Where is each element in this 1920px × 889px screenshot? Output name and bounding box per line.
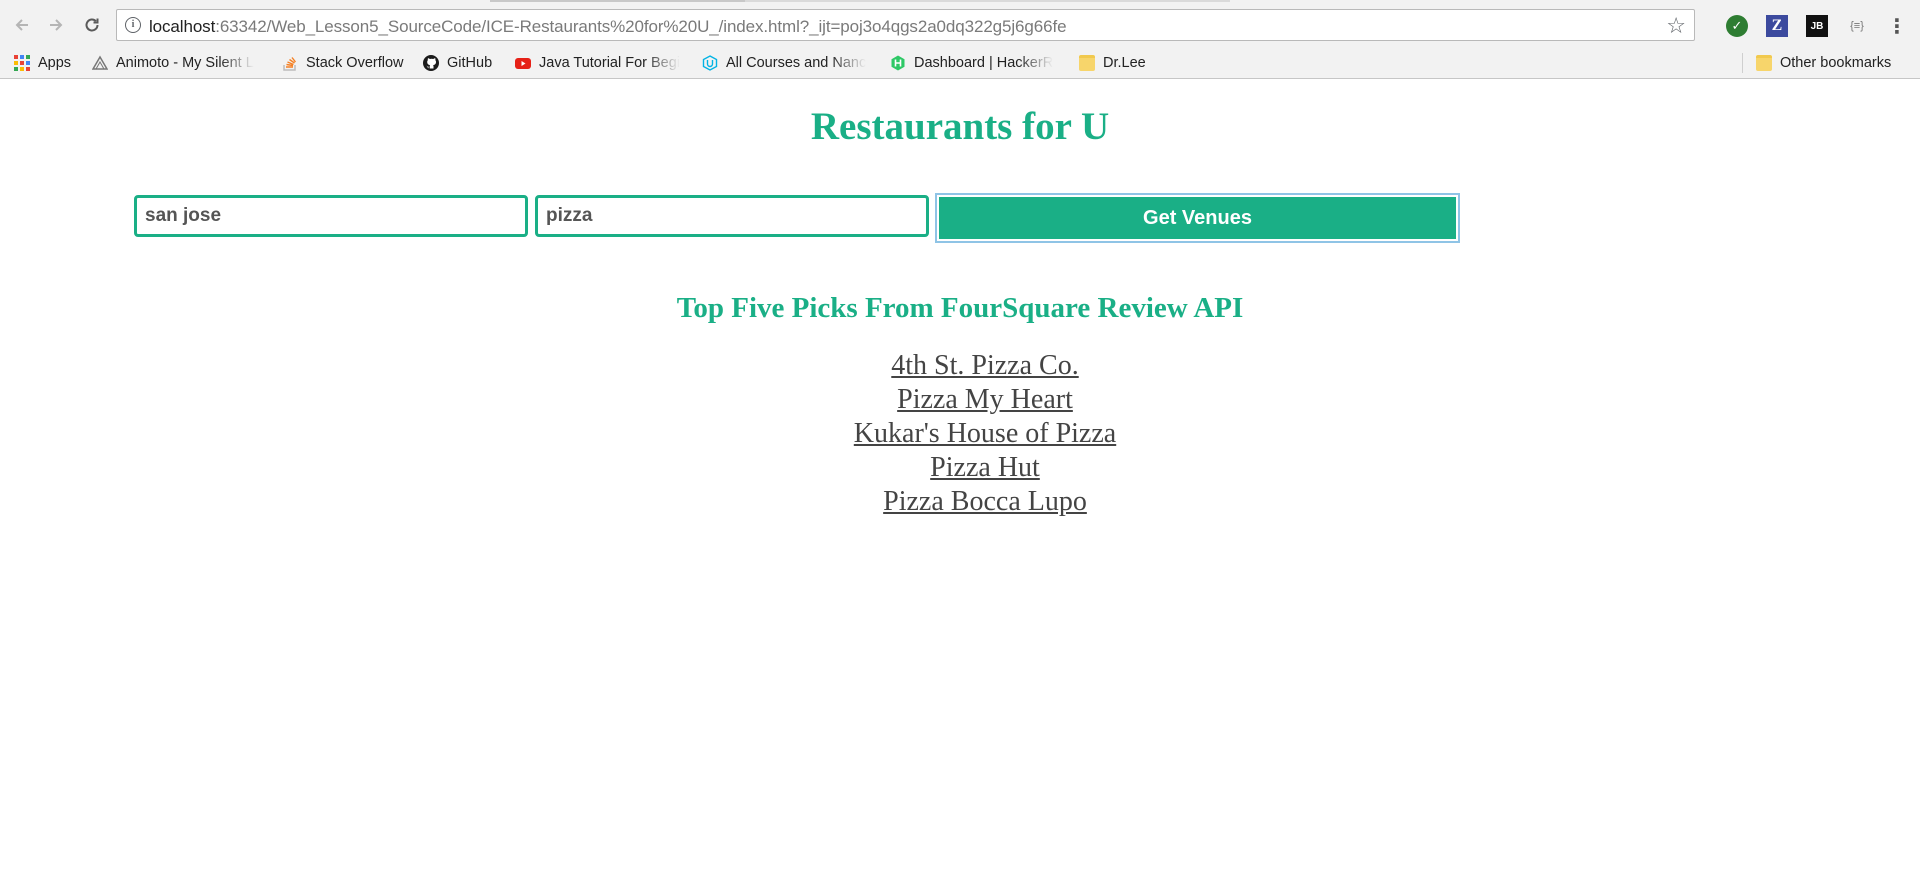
back-button[interactable]	[10, 13, 34, 37]
bookmark-stackoverflow[interactable]: Stack Overflow	[282, 53, 404, 73]
chrome-menu-icon[interactable]: ⋮	[1886, 15, 1908, 38]
query-input[interactable]	[535, 195, 929, 237]
z-extension-icon[interactable]: Z	[1766, 15, 1788, 37]
bookmark-label: Other bookmarks	[1780, 55, 1892, 71]
bookmark-label: Java Tutorial For Begi	[539, 55, 681, 71]
json-formatter-extension-icon[interactable]: {≡}	[1846, 15, 1868, 37]
other-bookmarks-folder[interactable]: Other bookmarks	[1756, 53, 1891, 73]
apps-grid-icon	[14, 55, 30, 71]
list-item: 4th St. Pizza Co.	[854, 349, 1116, 383]
hackerrank-icon	[891, 55, 905, 71]
results-heading: Top Five Picks From FourSquare Review AP…	[676, 292, 1244, 324]
venue-link[interactable]: Pizza My Heart	[897, 384, 1073, 415]
github-icon	[423, 55, 439, 71]
forward-arrow-icon	[50, 19, 63, 31]
browser-toolbar: i localhost:63342/Web_Lesson5_SourceCode…	[0, 3, 1920, 47]
animoto-icon	[92, 55, 108, 70]
youtube-icon	[515, 58, 531, 69]
bookmarks-divider	[1742, 53, 1743, 73]
bookmark-star-icon[interactable]: ☆	[1666, 13, 1686, 39]
site-info-icon[interactable]: i	[125, 17, 141, 33]
list-item: Pizza Hut	[854, 451, 1116, 485]
checkmark-extension-icon[interactable]: ✓	[1726, 15, 1748, 37]
forward-button[interactable]	[44, 13, 68, 37]
folder-icon	[1756, 55, 1772, 71]
bookmark-label: Animoto - My Silent L	[116, 55, 254, 71]
bookmark-apps[interactable]: Apps	[14, 53, 71, 73]
venue-link[interactable]: Pizza Hut	[930, 452, 1040, 483]
address-url[interactable]: localhost:63342/Web_Lesson5_SourceCode/I…	[149, 17, 1067, 37]
bookmark-label: GitHub	[447, 55, 493, 71]
bookmark-github[interactable]: GitHub	[423, 53, 492, 73]
reload-icon	[85, 18, 99, 32]
bookmark-label: All Courses and Nanc	[726, 55, 867, 71]
reload-button[interactable]	[80, 13, 104, 37]
page-title: Restaurants for U	[810, 105, 1110, 148]
bookmarks-bar: Apps Animoto - My Silent L Stack Overflo…	[0, 47, 1920, 79]
back-arrow-icon	[15, 19, 28, 31]
location-input[interactable]	[134, 195, 528, 237]
bookmark-animoto[interactable]: Animoto - My Silent L	[92, 53, 262, 73]
list-item: Pizza My Heart	[854, 383, 1116, 417]
get-venues-button[interactable]: Get Venues	[935, 193, 1460, 243]
bookmark-java-tutorial[interactable]: Java Tutorial For Begi	[515, 53, 685, 73]
venue-link[interactable]: 4th St. Pizza Co.	[891, 350, 1078, 381]
bookmark-hackerrank[interactable]: Dashboard | HackerR	[890, 53, 1060, 73]
address-bar[interactable]: i localhost:63342/Web_Lesson5_SourceCode…	[116, 9, 1695, 41]
jetbrains-extension-icon[interactable]: JB	[1806, 15, 1828, 37]
folder-icon	[1079, 55, 1095, 71]
list-item: Kukar's House of Pizza	[854, 417, 1116, 451]
tab-edge	[490, 0, 745, 2]
udacity-icon	[702, 55, 718, 71]
bookmark-drlee-folder[interactable]: Dr.Lee	[1079, 53, 1146, 73]
venue-link[interactable]: Pizza Bocca Lupo	[883, 486, 1087, 517]
bookmark-udacity[interactable]: All Courses and Nanc	[702, 53, 872, 73]
venue-link[interactable]: Kukar's House of Pizza	[854, 418, 1116, 449]
bookmark-label: Stack Overflow	[306, 55, 404, 71]
bookmark-label: Dashboard | HackerR	[914, 55, 1054, 71]
list-item: Pizza Bocca Lupo	[854, 485, 1116, 519]
venue-results-list: 4th St. Pizza Co. Pizza My Heart Kukar's…	[854, 349, 1116, 519]
bookmark-label: Apps	[38, 55, 72, 71]
tab-edge	[745, 0, 1230, 2]
stackoverflow-icon	[283, 57, 297, 71]
bookmark-label: Dr.Lee	[1103, 55, 1146, 71]
